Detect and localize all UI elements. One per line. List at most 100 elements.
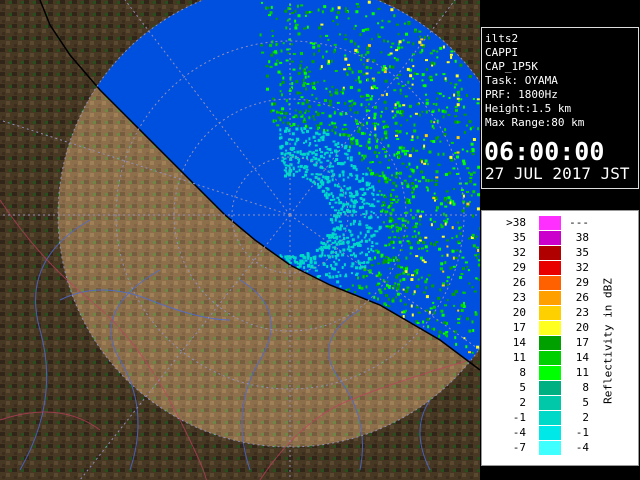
echo-pixel [364, 132, 366, 135]
echo-pixel [444, 222, 447, 226]
echo-pixel [425, 98, 429, 101]
echo-pixel [271, 102, 274, 106]
echo-pixel [348, 100, 352, 103]
echo-pixel [455, 234, 458, 238]
echo-pixel [316, 127, 319, 131]
echo-pixel [306, 177, 309, 180]
echo-pixel [468, 282, 471, 285]
echo-pixel [471, 153, 475, 156]
echo-pixel [393, 14, 396, 18]
echo-pixel [433, 243, 437, 247]
echo-pixel [265, 74, 269, 78]
echo-pixel [374, 230, 377, 233]
echo-pixel [339, 162, 343, 166]
echo-pixel [306, 25, 309, 29]
echo-pixel [378, 190, 381, 193]
echo-pixel [391, 110, 394, 113]
echo-pixel [409, 208, 412, 212]
echo-pixel [453, 304, 456, 307]
echo-pixel [292, 174, 295, 177]
echo-pixel [475, 235, 478, 238]
echo-pixel [296, 4, 299, 8]
echo-pixel [472, 138, 476, 141]
echo-pixel [328, 114, 332, 118]
echo-pixel [329, 90, 331, 93]
echo-pixel [290, 138, 294, 141]
echo-pixel [342, 133, 346, 137]
echo-pixel [469, 150, 472, 153]
echo-pixel [284, 129, 287, 133]
echo-pixel [415, 306, 419, 309]
echo-pixel [475, 277, 478, 280]
echo-pixel [421, 247, 424, 250]
echo-pixel [371, 241, 374, 244]
legend-low-value: 29 [512, 261, 526, 274]
echo-pixel [334, 183, 337, 187]
echo-pixel [294, 142, 297, 146]
echo-pixel [398, 40, 402, 44]
echo-pixel [456, 90, 460, 94]
echo-pixel [416, 284, 420, 288]
echo-pixel [321, 249, 324, 252]
echo-pixel [422, 84, 426, 87]
echo-pixel [338, 175, 341, 178]
echo-pixel [396, 101, 400, 105]
echo-pixel [418, 113, 421, 117]
echo-pixel [308, 137, 311, 141]
echo-pixel [423, 35, 426, 39]
echo-pixel [329, 99, 332, 103]
echo-pixel [295, 80, 299, 84]
echo-pixel [397, 82, 400, 85]
echo-pixel [285, 143, 288, 146]
echo-pixel [318, 49, 321, 53]
echo-pixel [314, 157, 318, 161]
echo-pixel [351, 262, 355, 266]
echo-pixel [327, 39, 330, 41]
echo-pixel [300, 96, 304, 99]
echo-pixel [406, 235, 409, 238]
echo-pixel [437, 152, 440, 156]
echo-pixel [325, 177, 329, 181]
echo-pixel [344, 54, 347, 57]
echo-pixel [446, 322, 448, 325]
echo-pixel [397, 236, 400, 239]
echo-pixel [330, 169, 334, 173]
echo-pixel [359, 252, 362, 255]
echo-pixel [289, 170, 293, 173]
echo-pixel [367, 247, 369, 250]
echo-pixel [316, 132, 319, 134]
echo-pixel [286, 255, 290, 258]
echo-pixel [429, 52, 433, 55]
radar-map[interactable] [0, 0, 480, 480]
echo-pixel [457, 321, 461, 324]
echo-pixel [270, 109, 273, 113]
echo-pixel [435, 136, 439, 140]
echo-pixel [291, 154, 294, 157]
echo-pixel [288, 89, 292, 92]
echo-pixel [466, 317, 469, 321]
echo-pixel [384, 256, 388, 258]
echo-pixel [300, 52, 303, 55]
echo-pixel [461, 148, 464, 151]
echo-pixel [352, 165, 356, 167]
echo-pixel [355, 194, 358, 197]
echo-pixel [465, 124, 468, 127]
echo-pixel [273, 102, 277, 106]
echo-pixel [315, 124, 318, 127]
echo-pixel [459, 63, 463, 67]
echo-pixel [441, 284, 445, 287]
echo-pixel [365, 202, 369, 205]
echo-pixel [331, 121, 334, 125]
echo-pixel [346, 156, 349, 160]
echo-pixel [343, 146, 347, 150]
echo-pixel [445, 79, 447, 82]
echo-pixel [454, 106, 458, 108]
echo-pixel [476, 102, 480, 105]
echo-pixel [452, 256, 455, 260]
echo-pixel [377, 262, 381, 265]
echo-pixel [392, 198, 396, 201]
echo-pixel [424, 245, 428, 249]
echo-pixel [395, 275, 399, 279]
echo-pixel [446, 245, 449, 248]
echo-pixel [384, 244, 388, 247]
